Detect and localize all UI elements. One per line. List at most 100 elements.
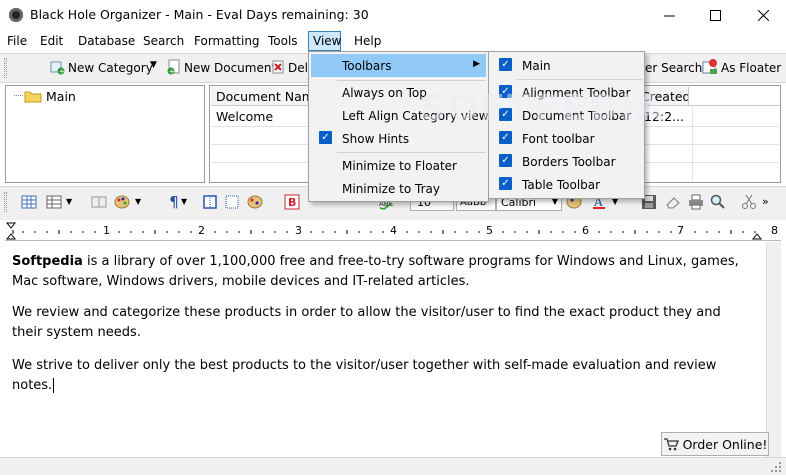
order-online-button[interactable]: Order Online! <box>661 432 769 456</box>
menu-file[interactable]: File <box>7 34 27 48</box>
cell-icon[interactable] <box>90 193 108 211</box>
window-title: Black Hole Organizer - Main - Eval Days … <box>30 7 369 22</box>
ruler-mark-7: 7 <box>677 224 684 237</box>
always-on-top-label: Always on Top <box>342 86 427 100</box>
new-category-button[interactable]: New Category <box>68 61 153 75</box>
check-icon: ✓ <box>499 58 512 71</box>
watermark: SOFTPEDIA <box>420 88 666 129</box>
check-icon: ✓ <box>499 154 512 167</box>
fill-color-icon[interactable] <box>246 193 264 211</box>
softpedia-bold-text: Softpedia <box>12 254 83 269</box>
toolbar-more-icon[interactable]: » <box>762 195 769 208</box>
resize-grip-icon[interactable] <box>770 461 782 473</box>
menu-formatting[interactable]: Formatting <box>194 34 260 48</box>
close-icon <box>757 9 769 21</box>
ruler-mark-1: 1 <box>103 224 110 237</box>
check-icon: ✓ <box>499 177 512 190</box>
menu-search[interactable]: Search <box>143 34 184 48</box>
minimize-button[interactable] <box>646 0 692 30</box>
menu-tools[interactable]: Tools <box>268 34 298 48</box>
order-online-label: Order Online! <box>682 436 768 452</box>
toolbar-item-font-label: Font toolbar <box>522 132 595 146</box>
ruler-mark-3: 3 <box>295 224 302 237</box>
minimize-tray-label: Minimize to Tray <box>342 182 440 196</box>
menu-separator <box>337 152 486 153</box>
toolbar-item-table-label: Table Toolbar <box>522 178 601 192</box>
border-icon[interactable] <box>201 193 219 211</box>
new-category-dropdown-icon[interactable]: ▼ <box>150 60 157 70</box>
document-paragraph-2[interactable]: We review and categorize these products … <box>12 303 752 343</box>
ruler-mark-6: 6 <box>582 224 589 237</box>
column-header-document-name[interactable]: Document Name <box>211 87 311 106</box>
toolbar-grip[interactable] <box>4 192 7 212</box>
view-menu-minimize-tray[interactable]: Minimize to Tray <box>311 177 486 200</box>
ruler-mark-4: 4 <box>390 224 397 237</box>
toolbar-item-font[interactable]: ✓ Font toolbar <box>491 127 642 150</box>
maximize-icon <box>709 9 721 21</box>
view-menu-show-hints[interactable]: ✓ Show Hints <box>311 127 486 150</box>
print-preview-icon[interactable] <box>709 193 727 211</box>
new-document-icon: + <box>165 58 183 76</box>
check-icon: ✓ <box>499 131 512 144</box>
menu-database[interactable]: Database <box>78 34 135 48</box>
cut-icon[interactable] <box>740 193 758 211</box>
status-bar <box>0 457 786 475</box>
toolbar-item-main-label: Main <box>522 59 551 73</box>
table-icon[interactable] <box>20 193 38 211</box>
paragraph-1-text: is a library of over 1,100,000 free and … <box>12 254 739 289</box>
palette-icon[interactable] <box>113 193 131 211</box>
svg-text:+: + <box>59 68 65 76</box>
minimize-floater-label: Minimize to Floater <box>342 159 457 173</box>
ruler-mark-2: 2 <box>198 224 205 237</box>
toolbar-grip[interactable] <box>4 58 7 78</box>
search-button[interactable]: er Search <box>645 61 702 75</box>
submenu-arrow-icon: ▶ <box>473 59 480 69</box>
as-floater-button[interactable]: As Floater <box>721 61 781 75</box>
text-cursor: ​ <box>53 378 55 393</box>
print-icon[interactable] <box>687 193 705 211</box>
document-paragraph-3[interactable]: We strive to deliver only the best produ… <box>12 356 752 396</box>
document-paragraph-1[interactable]: Softpedia is a library of over 1,100,000… <box>12 252 752 292</box>
menu-edit[interactable]: Edit <box>40 34 63 48</box>
app-icon <box>9 8 23 22</box>
ruler-mark-8: 8 <box>771 224 778 237</box>
menu-help[interactable]: Help <box>354 34 381 48</box>
cart-icon <box>663 438 679 451</box>
bold-icon[interactable]: B <box>283 193 301 211</box>
check-icon: ✓ <box>319 131 332 144</box>
toolbar-item-table[interactable]: ✓ Table Toolbar <box>491 173 642 196</box>
eraser-icon[interactable] <box>664 193 682 211</box>
new-document-button[interactable]: New Document <box>184 61 276 75</box>
show-hints-label: Show Hints <box>342 132 410 146</box>
table-dropdown-icon[interactable]: ▼ <box>66 197 72 206</box>
grid-cell-name[interactable]: Welcome <box>216 109 273 124</box>
column-header-filler <box>689 87 780 106</box>
close-button[interactable] <box>740 0 786 30</box>
delete-icon <box>269 58 287 76</box>
toolbar-item-main[interactable]: ✓ Main <box>491 54 642 77</box>
palette-dropdown-icon[interactable]: ▼ <box>135 197 141 206</box>
toolbar-item-borders-label: Borders Toolbar <box>522 155 616 169</box>
menu-separator <box>517 79 642 80</box>
table-grid-icon[interactable] <box>45 193 63 211</box>
menu-view[interactable]: View <box>313 34 341 48</box>
ruler-mark-5: 5 <box>486 224 493 237</box>
maximize-button[interactable] <box>692 0 738 30</box>
vertical-scrollbar[interactable] <box>766 242 781 457</box>
toolbar-item-borders[interactable]: ✓ Borders Toolbar <box>491 150 642 173</box>
folder-icon <box>24 89 42 103</box>
view-menu-toolbars-label: Toolbars <box>342 59 392 73</box>
svg-text:B: B <box>288 196 296 209</box>
paragraph-dropdown-icon[interactable]: ▼ <box>181 197 187 206</box>
tree-line <box>14 95 23 96</box>
view-menu-minimize-floater[interactable]: Minimize to Floater <box>311 154 486 177</box>
minimize-icon <box>663 15 675 16</box>
svg-text:+: + <box>169 68 175 76</box>
border-none-icon[interactable] <box>223 193 241 211</box>
as-floater-icon <box>701 58 719 76</box>
paragraph-3-text: We strive to deliver only the best produ… <box>12 358 717 393</box>
grid-col-line <box>692 106 693 182</box>
view-menu-toolbars[interactable]: Toolbars ▶ <box>311 54 486 77</box>
tree-item-main[interactable]: Main <box>46 89 76 104</box>
new-category-icon: + <box>48 58 66 76</box>
